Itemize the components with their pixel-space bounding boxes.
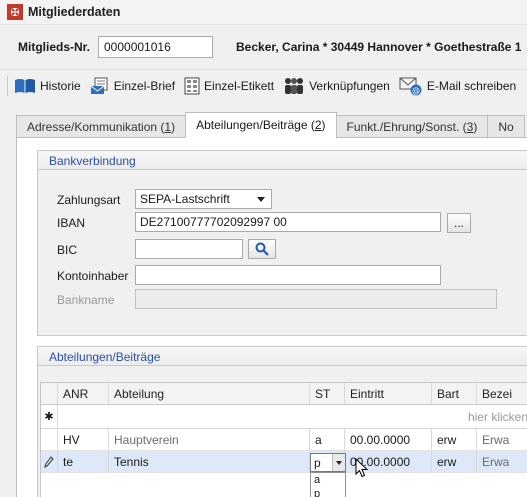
account-owner-input[interactable] bbox=[135, 265, 441, 285]
row-indicator-header bbox=[41, 383, 58, 404]
table-row[interactable]: HV Hauptverein a 00.00.0000 erw Erwa bbox=[41, 429, 527, 451]
tab-address-count: 1 bbox=[164, 120, 172, 134]
cell-description[interactable]: Erwa bbox=[477, 429, 527, 450]
mouse-pointer-icon bbox=[355, 458, 369, 478]
write-email-label: E-Mail schreiben bbox=[426, 78, 517, 93]
member-no-field[interactable]: 0000001016 bbox=[98, 36, 213, 58]
letter-icon bbox=[90, 77, 108, 94]
tab-address-label: Adresse/Kommunikation bbox=[27, 120, 158, 134]
title-bar: ✠ Mitgliederdaten bbox=[0, 0, 527, 25]
departments-group-title: Abteilungen/Beiträge bbox=[38, 347, 527, 366]
grid-header-row: ANR Abteilung ST Eintritt Bart Bezei bbox=[41, 383, 527, 405]
new-row[interactable]: ✱ hier klicken bbox=[41, 405, 527, 429]
departments-grid: ANR Abteilung ST Eintritt Bart Bezei ✱ h… bbox=[40, 382, 527, 497]
row-indicator bbox=[41, 429, 58, 450]
tab-functions-count: 3 bbox=[466, 120, 474, 134]
history-label: Historie bbox=[40, 78, 81, 93]
status-combo-value: p bbox=[314, 456, 321, 470]
iban-label: IBAN bbox=[57, 216, 86, 230]
cell-department[interactable]: Tennis bbox=[109, 451, 310, 472]
cell-anr[interactable]: HV bbox=[58, 429, 109, 450]
chevron-down-icon bbox=[257, 197, 265, 202]
cell-fee-type[interactable]: erw bbox=[432, 451, 477, 472]
new-row-hint: hier klicken bbox=[467, 410, 527, 424]
links-label: Verknüpfungen bbox=[309, 78, 390, 93]
cell-entry-date[interactable]: 00.00.0000 bbox=[345, 429, 432, 450]
single-label-button[interactable]: Einzel-Etikett bbox=[181, 73, 280, 99]
bic-label: BIC bbox=[57, 243, 78, 257]
pencil-icon bbox=[41, 451, 58, 472]
email-icon: @ bbox=[399, 77, 422, 95]
tab-departments-label: Abteilungen/Beiträge bbox=[196, 118, 308, 132]
tab-address[interactable]: Adresse/Kommunikation (1) bbox=[16, 115, 187, 138]
column-header-department[interactable]: Abteilung bbox=[109, 383, 310, 404]
member-no-label: Mitglieds-Nr. bbox=[18, 40, 91, 54]
column-header-status[interactable]: ST bbox=[310, 383, 345, 404]
payment-method-select[interactable]: SEPA-Lastschrift bbox=[135, 189, 272, 209]
tab-functions-label: Funkt./Ehrung/Sonst. bbox=[346, 120, 460, 134]
links-button[interactable]: Verknüpfungen bbox=[280, 73, 396, 99]
tab-more-label: No bbox=[498, 120, 514, 134]
dropdown-option[interactable]: p bbox=[311, 487, 345, 497]
toolbar: Historie Einzel-Brief Einzel-Etikett Ver… bbox=[0, 69, 527, 101]
tab-more[interactable]: No bbox=[487, 115, 525, 138]
member-header: Mitglieds-Nr. 0000001016 Becker, Carina … bbox=[0, 25, 527, 69]
tab-departments[interactable]: Abteilungen/Beiträge (2) bbox=[185, 112, 337, 138]
payment-method-label: Zahlungsart bbox=[57, 193, 121, 207]
club-logo-icon: ✠ bbox=[7, 4, 23, 20]
write-email-button[interactable]: @ E-Mail schreiben bbox=[396, 73, 522, 99]
bank-name-label: Bankname bbox=[57, 293, 115, 307]
iban-input[interactable]: DE27100777702092997 00 bbox=[135, 212, 441, 232]
bic-input[interactable] bbox=[135, 239, 243, 259]
cell-fee-type[interactable]: erw bbox=[432, 429, 477, 450]
new-row-asterisk-icon: ✱ bbox=[41, 405, 58, 428]
cell-department[interactable]: Hauptverein bbox=[109, 429, 310, 450]
dropdown-option[interactable]: a bbox=[311, 473, 345, 487]
account-owner-label: Kontoinhaber bbox=[57, 269, 129, 283]
single-letter-button[interactable]: Einzel-Brief bbox=[87, 73, 181, 99]
cell-anr[interactable]: te bbox=[58, 451, 109, 472]
column-header-anr[interactable]: ANR bbox=[58, 383, 109, 404]
cell-description[interactable]: Erwa bbox=[477, 451, 527, 472]
single-letter-label: Einzel-Brief bbox=[113, 78, 176, 93]
bank-name-input bbox=[135, 289, 497, 309]
toolbar-grip bbox=[7, 75, 8, 96]
tab-strip: Adresse/Kommunikation (1) Abteilungen/Be… bbox=[16, 112, 527, 138]
chevron-down-icon[interactable] bbox=[332, 454, 345, 471]
single-label-label: Einzel-Etikett bbox=[204, 78, 275, 93]
column-header-fee-type[interactable]: Bart bbox=[432, 383, 477, 404]
tab-departments-count: 2 bbox=[314, 118, 322, 132]
bank-group-title: Bankverbindung bbox=[38, 151, 527, 170]
people-icon bbox=[285, 77, 304, 94]
cell-status[interactable]: a bbox=[310, 429, 345, 450]
status-combo[interactable]: p bbox=[310, 453, 346, 472]
book-icon bbox=[15, 78, 35, 93]
label-sheet-icon bbox=[184, 77, 200, 94]
tab-functions[interactable]: Funkt./Ehrung/Sonst. (3) bbox=[335, 115, 489, 138]
new-row-hint-cell[interactable]: hier klicken bbox=[58, 405, 527, 428]
table-row-selected[interactable]: te Tennis 00.00.0000 erw Erwa bbox=[41, 451, 527, 473]
search-icon bbox=[255, 242, 269, 256]
svg-text:@: @ bbox=[412, 86, 420, 95]
window-title: Mitgliederdaten bbox=[28, 5, 121, 19]
payment-method-value: SEPA-Lastschrift bbox=[140, 192, 230, 206]
iban-lookup-button[interactable]: ... bbox=[447, 213, 471, 233]
bic-search-button[interactable] bbox=[248, 239, 276, 259]
member-info: Becker, Carina * 30449 Hannover * Goethe… bbox=[236, 40, 522, 54]
column-header-description[interactable]: Bezei bbox=[477, 383, 527, 404]
history-button[interactable]: Historie bbox=[11, 73, 87, 99]
column-header-entry-date[interactable]: Eintritt bbox=[345, 383, 432, 404]
status-dropdown-list: a p bbox=[310, 472, 346, 497]
